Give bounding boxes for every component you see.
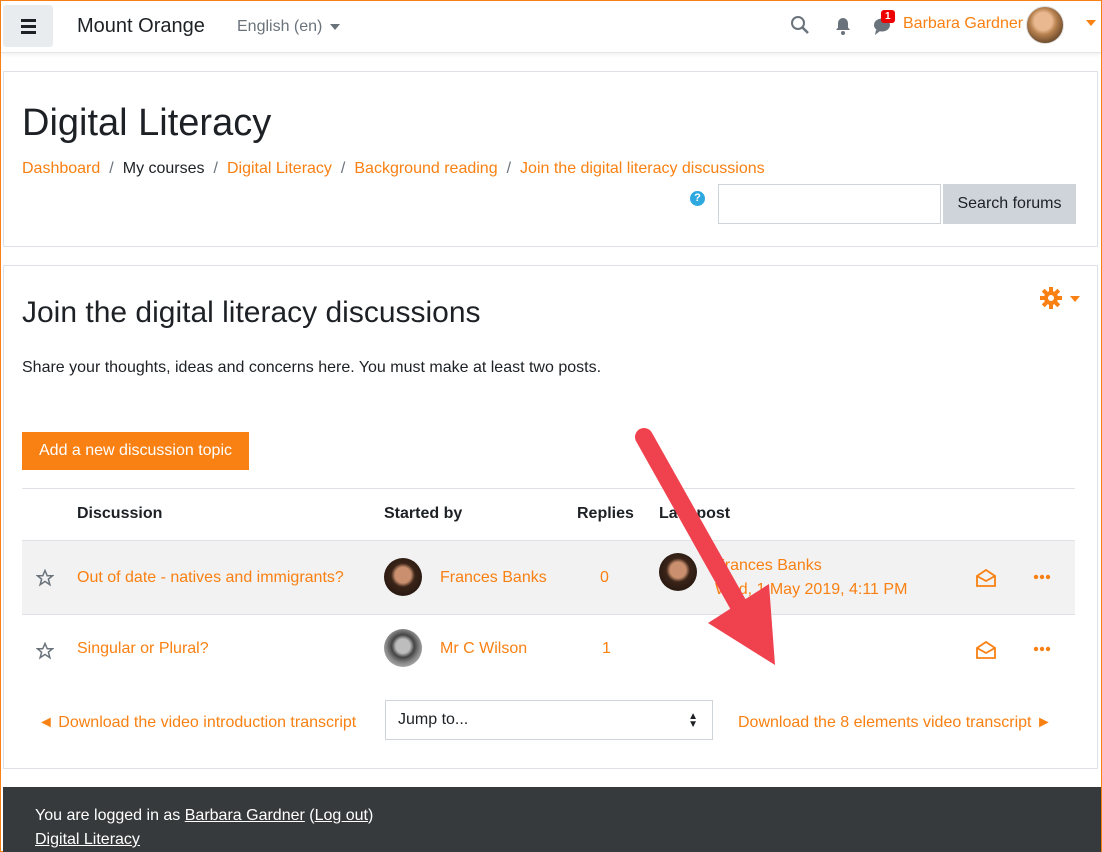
table-header: Discussion Started by Replies Last post — [22, 488, 1075, 540]
chevron-down-icon — [330, 23, 341, 30]
jump-to-value: Jump to... — [398, 711, 469, 728]
next-activity-link[interactable]: Download the 8 elements video transcript… — [738, 714, 1052, 732]
language-label: English (en) — [237, 18, 323, 35]
breadcrumb: Dashboard / My courses / Digital Literac… — [22, 160, 765, 178]
last-post-date-link[interactable]: Wed, 1 May 2019, 4:11 PM — [715, 581, 907, 599]
jump-to-select[interactable]: Jump to... ▲ ▼ — [385, 700, 713, 740]
avatar[interactable] — [384, 558, 422, 596]
avatar[interactable] — [1026, 6, 1064, 44]
page-title: Digital Literacy — [22, 102, 272, 144]
footer-course-link[interactable]: Digital Literacy — [35, 831, 140, 848]
started-by-link[interactable]: Mr C Wilson — [440, 640, 527, 658]
discussion-title-link[interactable]: Singular or Plural? — [77, 640, 209, 658]
breadcrumb-my-courses: My courses — [122, 160, 205, 177]
star-icon[interactable] — [36, 642, 54, 660]
column-last-post[interactable]: Last post — [659, 505, 730, 523]
message-count-badge: 1 — [881, 10, 895, 23]
search-icon[interactable] — [790, 15, 810, 35]
breadcrumb-section[interactable]: Background reading — [354, 160, 497, 178]
envelope-open-icon[interactable] — [975, 568, 997, 588]
activity-navigation: ◄ Download the video introduction transc… — [22, 700, 1075, 742]
search-forums-input[interactable] — [718, 184, 941, 224]
login-info-prefix: You are logged in as — [35, 807, 185, 824]
navbar: Mount Orange English (en) 1 Barbara Gard… — [1, 1, 1101, 53]
column-replies[interactable]: Replies — [577, 505, 634, 523]
add-discussion-button[interactable]: Add a new discussion topic — [22, 432, 249, 470]
breadcrumb-separator: / — [340, 160, 346, 177]
breadcrumb-separator: / — [506, 160, 512, 177]
avatar[interactable] — [384, 629, 422, 667]
breadcrumb-separator: / — [109, 160, 114, 177]
started-by-link[interactable]: Frances Banks — [440, 569, 547, 587]
forum-card: Join the digital literacy discussions Sh… — [3, 265, 1098, 769]
ellipsis-icon[interactable] — [1033, 646, 1051, 652]
breadcrumb-dashboard[interactable]: Dashboard — [22, 160, 100, 178]
previous-activity-link[interactable]: ◄ Download the video introduction transc… — [38, 714, 356, 732]
envelope-open-icon[interactable] — [975, 640, 997, 660]
forum-title: Join the digital literacy discussions — [22, 296, 481, 329]
breadcrumb-separator: / — [213, 160, 218, 177]
column-discussion[interactable]: Discussion — [77, 505, 162, 523]
breadcrumb-forum[interactable]: Join the digital literacy discussions — [520, 160, 765, 178]
column-started-by[interactable]: Started by — [384, 505, 462, 523]
replies-count-link[interactable]: 1 — [602, 640, 611, 658]
chevron-down-icon[interactable] — [1070, 296, 1080, 302]
bell-icon[interactable] — [834, 16, 852, 36]
discussion-title-link[interactable]: Out of date - natives and immigrants? — [77, 569, 344, 587]
chevron-down-icon[interactable] — [1086, 20, 1096, 26]
replies-count-link[interactable]: 0 — [600, 569, 609, 587]
hamburger-icon[interactable] — [3, 5, 53, 47]
star-icon[interactable] — [36, 569, 54, 587]
logout-link[interactable]: Log out — [315, 807, 368, 824]
forum-intro: Share your thoughts, ideas and concerns … — [22, 359, 602, 376]
select-arrows-icon: ▲ ▼ — [688, 711, 698, 730]
gear-icon[interactable] — [1039, 286, 1063, 310]
footer-user-link[interactable]: Barbara Gardner — [185, 807, 305, 824]
discussion-table: Discussion Started by Replies Last post … — [22, 488, 1075, 686]
language-menu[interactable]: English (en) — [237, 18, 341, 36]
site-name[interactable]: Mount Orange — [77, 15, 205, 38]
login-info: You are logged in as Barbara Gardner (Lo… — [35, 807, 374, 824]
page-header: Digital Literacy Dashboard / My courses … — [3, 71, 1098, 247]
avatar[interactable] — [659, 553, 697, 591]
breadcrumb-course[interactable]: Digital Literacy — [227, 160, 332, 178]
search-forums-button[interactable]: Search forums — [943, 184, 1076, 224]
last-post-author-link[interactable]: Frances Banks — [715, 557, 822, 575]
site-footer: You are logged in as Barbara Gardner (Lo… — [3, 787, 1101, 852]
user-menu-name[interactable]: Barbara Gardner — [903, 15, 1023, 33]
table-row: Out of date - natives and immigrants? Fr… — [22, 540, 1075, 614]
table-row: Singular or Plural? Mr C Wilson 1 — [22, 614, 1075, 686]
help-icon[interactable]: ? — [690, 191, 705, 206]
ellipsis-icon[interactable] — [1033, 574, 1051, 580]
